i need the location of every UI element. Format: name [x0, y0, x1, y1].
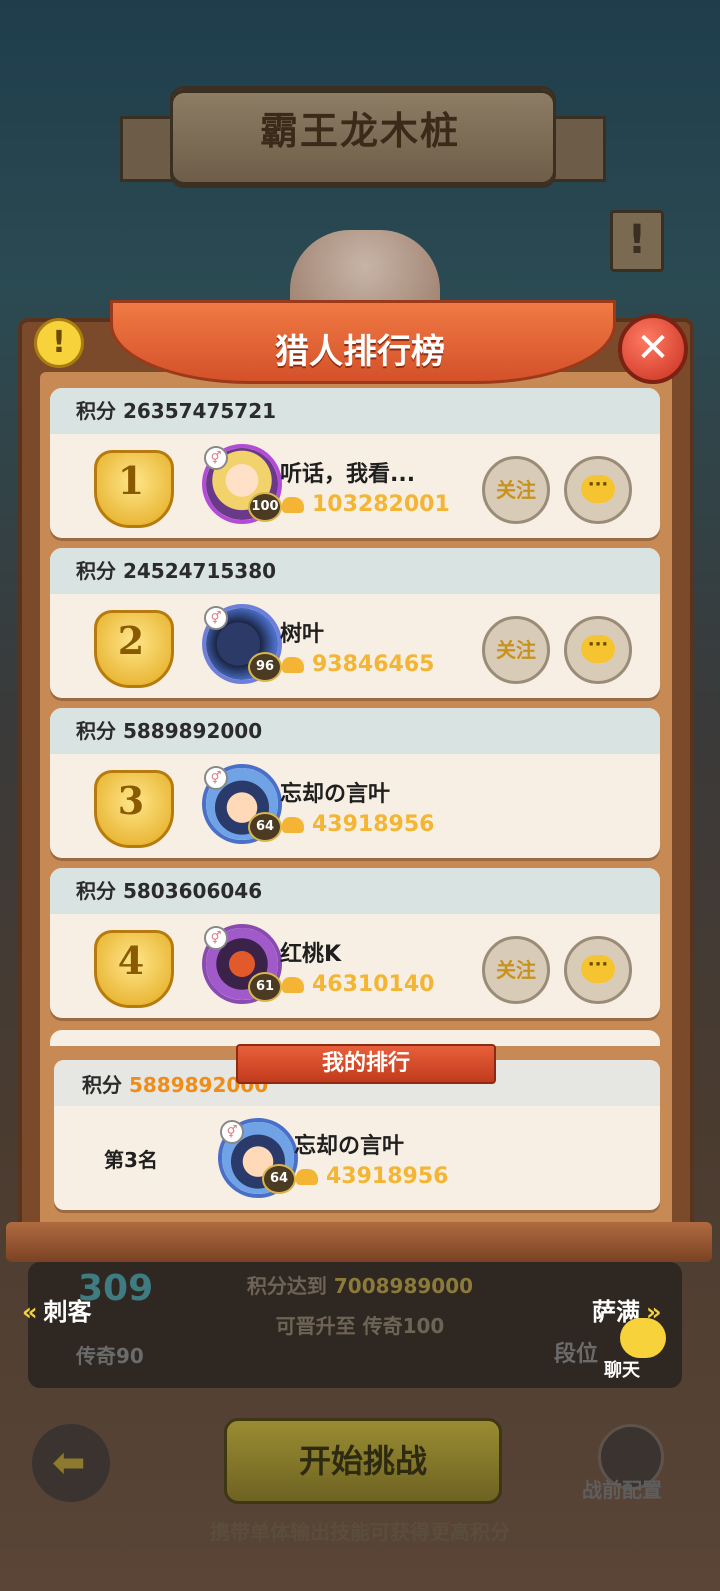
- follow-button[interactable]: 关注: [482, 936, 550, 1004]
- gender-icon: ⚥: [204, 606, 228, 630]
- leaderboard-row: 积分 5889892000 3 ⚥ 64 忘却の言叶 43918956: [50, 708, 660, 858]
- exclamation-sign-icon[interactable]: !: [610, 210, 664, 272]
- chat-button[interactable]: ···: [564, 456, 632, 524]
- player-name: 听话，我看...: [280, 462, 416, 487]
- strength-icon: [296, 1169, 318, 1185]
- chat-float-label[interactable]: 聊天: [604, 1356, 640, 1382]
- chat-bubble-icon: ···: [581, 635, 615, 663]
- strength-icon: [282, 657, 304, 673]
- rank-badge-icon: 1: [88, 446, 174, 528]
- power-value: 93846465: [282, 652, 434, 677]
- row-score: 积分 24524715380: [50, 548, 660, 594]
- start-challenge-button[interactable]: 开始挑战: [224, 1418, 502, 1504]
- leaderboard-row: 积分 5803606046 4 ⚥ 61 红桃K 46310140 关注 ···: [50, 868, 660, 1018]
- row-score: 积分 5803606046: [50, 868, 660, 914]
- chat-button[interactable]: ···: [564, 936, 632, 1004]
- pre-battle-config-label[interactable]: 战前配置: [582, 1474, 662, 1503]
- gender-icon: ⚥: [220, 1120, 244, 1144]
- power-value: 103282001: [282, 492, 450, 517]
- chat-bubble-icon: ···: [581, 475, 615, 503]
- leaderboard-title: 猎人排行榜: [275, 332, 445, 372]
- bottom-tip: 携带单体输出技能可获得更高积分: [210, 1520, 510, 1544]
- power-value: 43918956: [296, 1164, 448, 1189]
- power-value: 46310140: [282, 972, 434, 997]
- follow-button[interactable]: 关注: [482, 456, 550, 524]
- strength-icon: [282, 977, 304, 993]
- leaderboard-row: 积分 26357475721 1 ⚥ 100 听话，我看... 10328200…: [50, 388, 660, 538]
- page-title: 霸王龙木桩: [259, 109, 460, 153]
- gender-icon: ⚥: [204, 446, 228, 470]
- my-rank-ribbon: 我的排行: [236, 1044, 496, 1084]
- gender-icon: ⚥: [204, 926, 228, 950]
- leaderboard-row: 积分 24524715380 2 ⚥ 96 树叶 93846465 关注 ···: [50, 548, 660, 698]
- strength-icon: [282, 497, 304, 513]
- player-name: 忘却の言叶: [280, 782, 391, 807]
- level-badge: 100: [248, 492, 282, 522]
- level-badge: 64: [248, 812, 282, 842]
- close-icon[interactable]: ✕: [618, 314, 688, 384]
- row-score: 积分 26357475721: [50, 388, 660, 434]
- level-badge: 96: [248, 652, 282, 682]
- rank-badge-icon: 2: [88, 606, 174, 688]
- level-badge: 61: [248, 972, 282, 1002]
- level-badge: 64: [262, 1164, 296, 1194]
- rank-badge-icon: 3: [88, 766, 174, 848]
- strength-icon: [282, 817, 304, 833]
- gender-icon: ⚥: [204, 766, 228, 790]
- prev-class-button[interactable]: «刺客: [22, 1292, 92, 1327]
- double-chevron-left-icon: «: [22, 1298, 38, 1326]
- row-score: 积分 5889892000: [50, 708, 660, 754]
- my-place: 第3名: [104, 1148, 158, 1172]
- board-base: [6, 1222, 712, 1262]
- rank-name: 传奇90: [76, 1344, 144, 1368]
- chat-float-icon[interactable]: [620, 1318, 666, 1358]
- player-name: 树叶: [280, 622, 325, 647]
- info-icon[interactable]: !: [34, 318, 84, 368]
- back-arrow-icon: ⬅: [52, 1440, 86, 1486]
- chat-button[interactable]: ···: [564, 616, 632, 684]
- follow-button[interactable]: 关注: [482, 616, 550, 684]
- player-name: 红桃K: [280, 942, 342, 967]
- power-value: 43918956: [282, 812, 434, 837]
- rank-badge-icon: 4: [88, 926, 174, 1008]
- segment-label: 段位: [554, 1342, 599, 1367]
- chat-bubble-icon: ···: [581, 955, 615, 983]
- player-name: 忘却の言叶: [294, 1134, 405, 1159]
